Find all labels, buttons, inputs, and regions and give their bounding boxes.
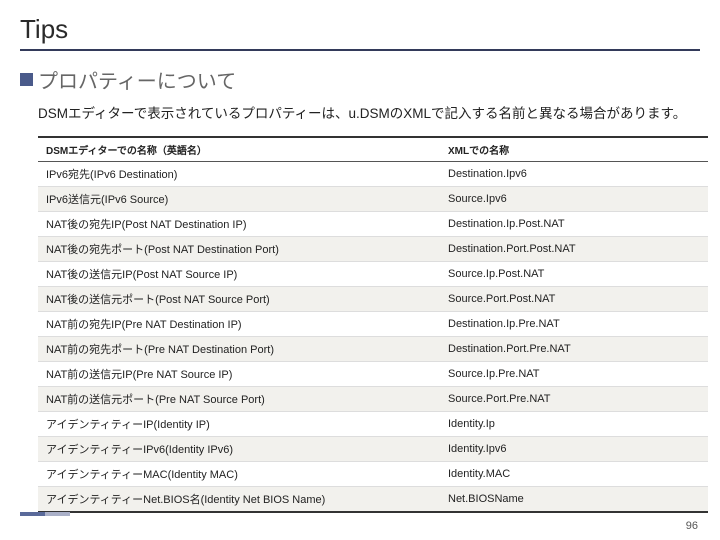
description-text: DSMエディターで表示されているプロパティーは、u.DSMのXMLで記入する名前… (38, 104, 700, 124)
table-row: IPv6送信元(IPv6 Source)Source.Ipv6 (38, 187, 708, 212)
cell-xml-name: Net.BIOSName (440, 487, 708, 513)
cell-xml-name: Destination.Port.Post.NAT (440, 237, 708, 262)
table-row: NAT後の送信元ポート(Post NAT Source Port)Source.… (38, 287, 708, 312)
cell-xml-name: Identity.Ip (440, 412, 708, 437)
cell-dsm-name: IPv6送信元(IPv6 Source) (38, 187, 440, 212)
page-number: 96 (686, 520, 698, 532)
cell-dsm-name: NAT前の送信元IP(Pre NAT Source IP) (38, 362, 440, 387)
cell-dsm-name: NAT後の宛先ポート(Post NAT Destination Port) (38, 237, 440, 262)
table-row: NAT後の送信元IP(Post NAT Source IP)Source.Ip.… (38, 262, 708, 287)
cell-xml-name: Destination.Ip.Pre.NAT (440, 312, 708, 337)
cell-dsm-name: NAT後の送信元IP(Post NAT Source IP) (38, 262, 440, 287)
section-header: プロパティーについて (20, 65, 700, 94)
table-row: アイデンティティーIPv6(Identity IPv6)Identity.Ipv… (38, 437, 708, 462)
table-header-row: DSMエディターでの名称（英語名） XMLでの名称 (38, 137, 708, 162)
table-row: NAT前の宛先IP(Pre NAT Destination IP)Destina… (38, 312, 708, 337)
table-row: NAT後の宛先IP(Post NAT Destination IP)Destin… (38, 212, 708, 237)
cell-dsm-name: NAT後の宛先IP(Post NAT Destination IP) (38, 212, 440, 237)
table-row: IPv6宛先(IPv6 Destination)Destination.Ipv6 (38, 162, 708, 187)
title-underline (20, 49, 700, 51)
section-title: プロパティーについて (38, 65, 236, 94)
cell-xml-name: Destination.Ip.Post.NAT (440, 212, 708, 237)
cell-xml-name: Source.Ip.Pre.NAT (440, 362, 708, 387)
page-title: Tips (20, 14, 700, 45)
cell-dsm-name: アイデンティティーNet.BIOS名(Identity Net BIOS Nam… (38, 487, 440, 513)
cell-dsm-name: アイデンティティーIPv6(Identity IPv6) (38, 437, 440, 462)
cell-dsm-name: NAT前の送信元ポート(Pre NAT Source Port) (38, 387, 440, 412)
cell-dsm-name: アイデンティティーMAC(Identity MAC) (38, 462, 440, 487)
table-row: NAT前の送信元IP(Pre NAT Source IP)Source.Ip.P… (38, 362, 708, 387)
cell-xml-name: Source.Port.Pre.NAT (440, 387, 708, 412)
cell-xml-name: Source.Ip.Post.NAT (440, 262, 708, 287)
cell-xml-name: Destination.Ipv6 (440, 162, 708, 187)
table-header-left: DSMエディターでの名称（英語名） (38, 137, 440, 162)
table-row: アイデンティティーMAC(Identity MAC)Identity.MAC (38, 462, 708, 487)
cell-xml-name: Identity.Ipv6 (440, 437, 708, 462)
table-body: IPv6宛先(IPv6 Destination)Destination.Ipv6… (38, 162, 708, 513)
table-row: NAT後の宛先ポート(Post NAT Destination Port)Des… (38, 237, 708, 262)
cell-dsm-name: NAT前の宛先IP(Pre NAT Destination IP) (38, 312, 440, 337)
table-header-right: XMLでの名称 (440, 137, 708, 162)
cell-dsm-name: IPv6宛先(IPv6 Destination) (38, 162, 440, 187)
cell-xml-name: Source.Port.Post.NAT (440, 287, 708, 312)
cell-xml-name: Source.Ipv6 (440, 187, 708, 212)
table-row: アイデンティティーNet.BIOS名(Identity Net BIOS Nam… (38, 487, 708, 513)
cell-xml-name: Identity.MAC (440, 462, 708, 487)
table-row: NAT前の宛先ポート(Pre NAT Destination Port)Dest… (38, 337, 708, 362)
square-bullet-icon (20, 73, 33, 86)
footer-accent-icon (20, 512, 70, 516)
cell-dsm-name: アイデンティティーIP(Identity IP) (38, 412, 440, 437)
table-row: アイデンティティーIP(Identity IP)Identity.Ip (38, 412, 708, 437)
cell-dsm-name: NAT後の送信元ポート(Post NAT Source Port) (38, 287, 440, 312)
cell-dsm-name: NAT前の宛先ポート(Pre NAT Destination Port) (38, 337, 440, 362)
properties-table: DSMエディターでの名称（英語名） XMLでの名称 IPv6宛先(IPv6 De… (38, 136, 708, 513)
cell-xml-name: Destination.Port.Pre.NAT (440, 337, 708, 362)
table-row: NAT前の送信元ポート(Pre NAT Source Port)Source.P… (38, 387, 708, 412)
